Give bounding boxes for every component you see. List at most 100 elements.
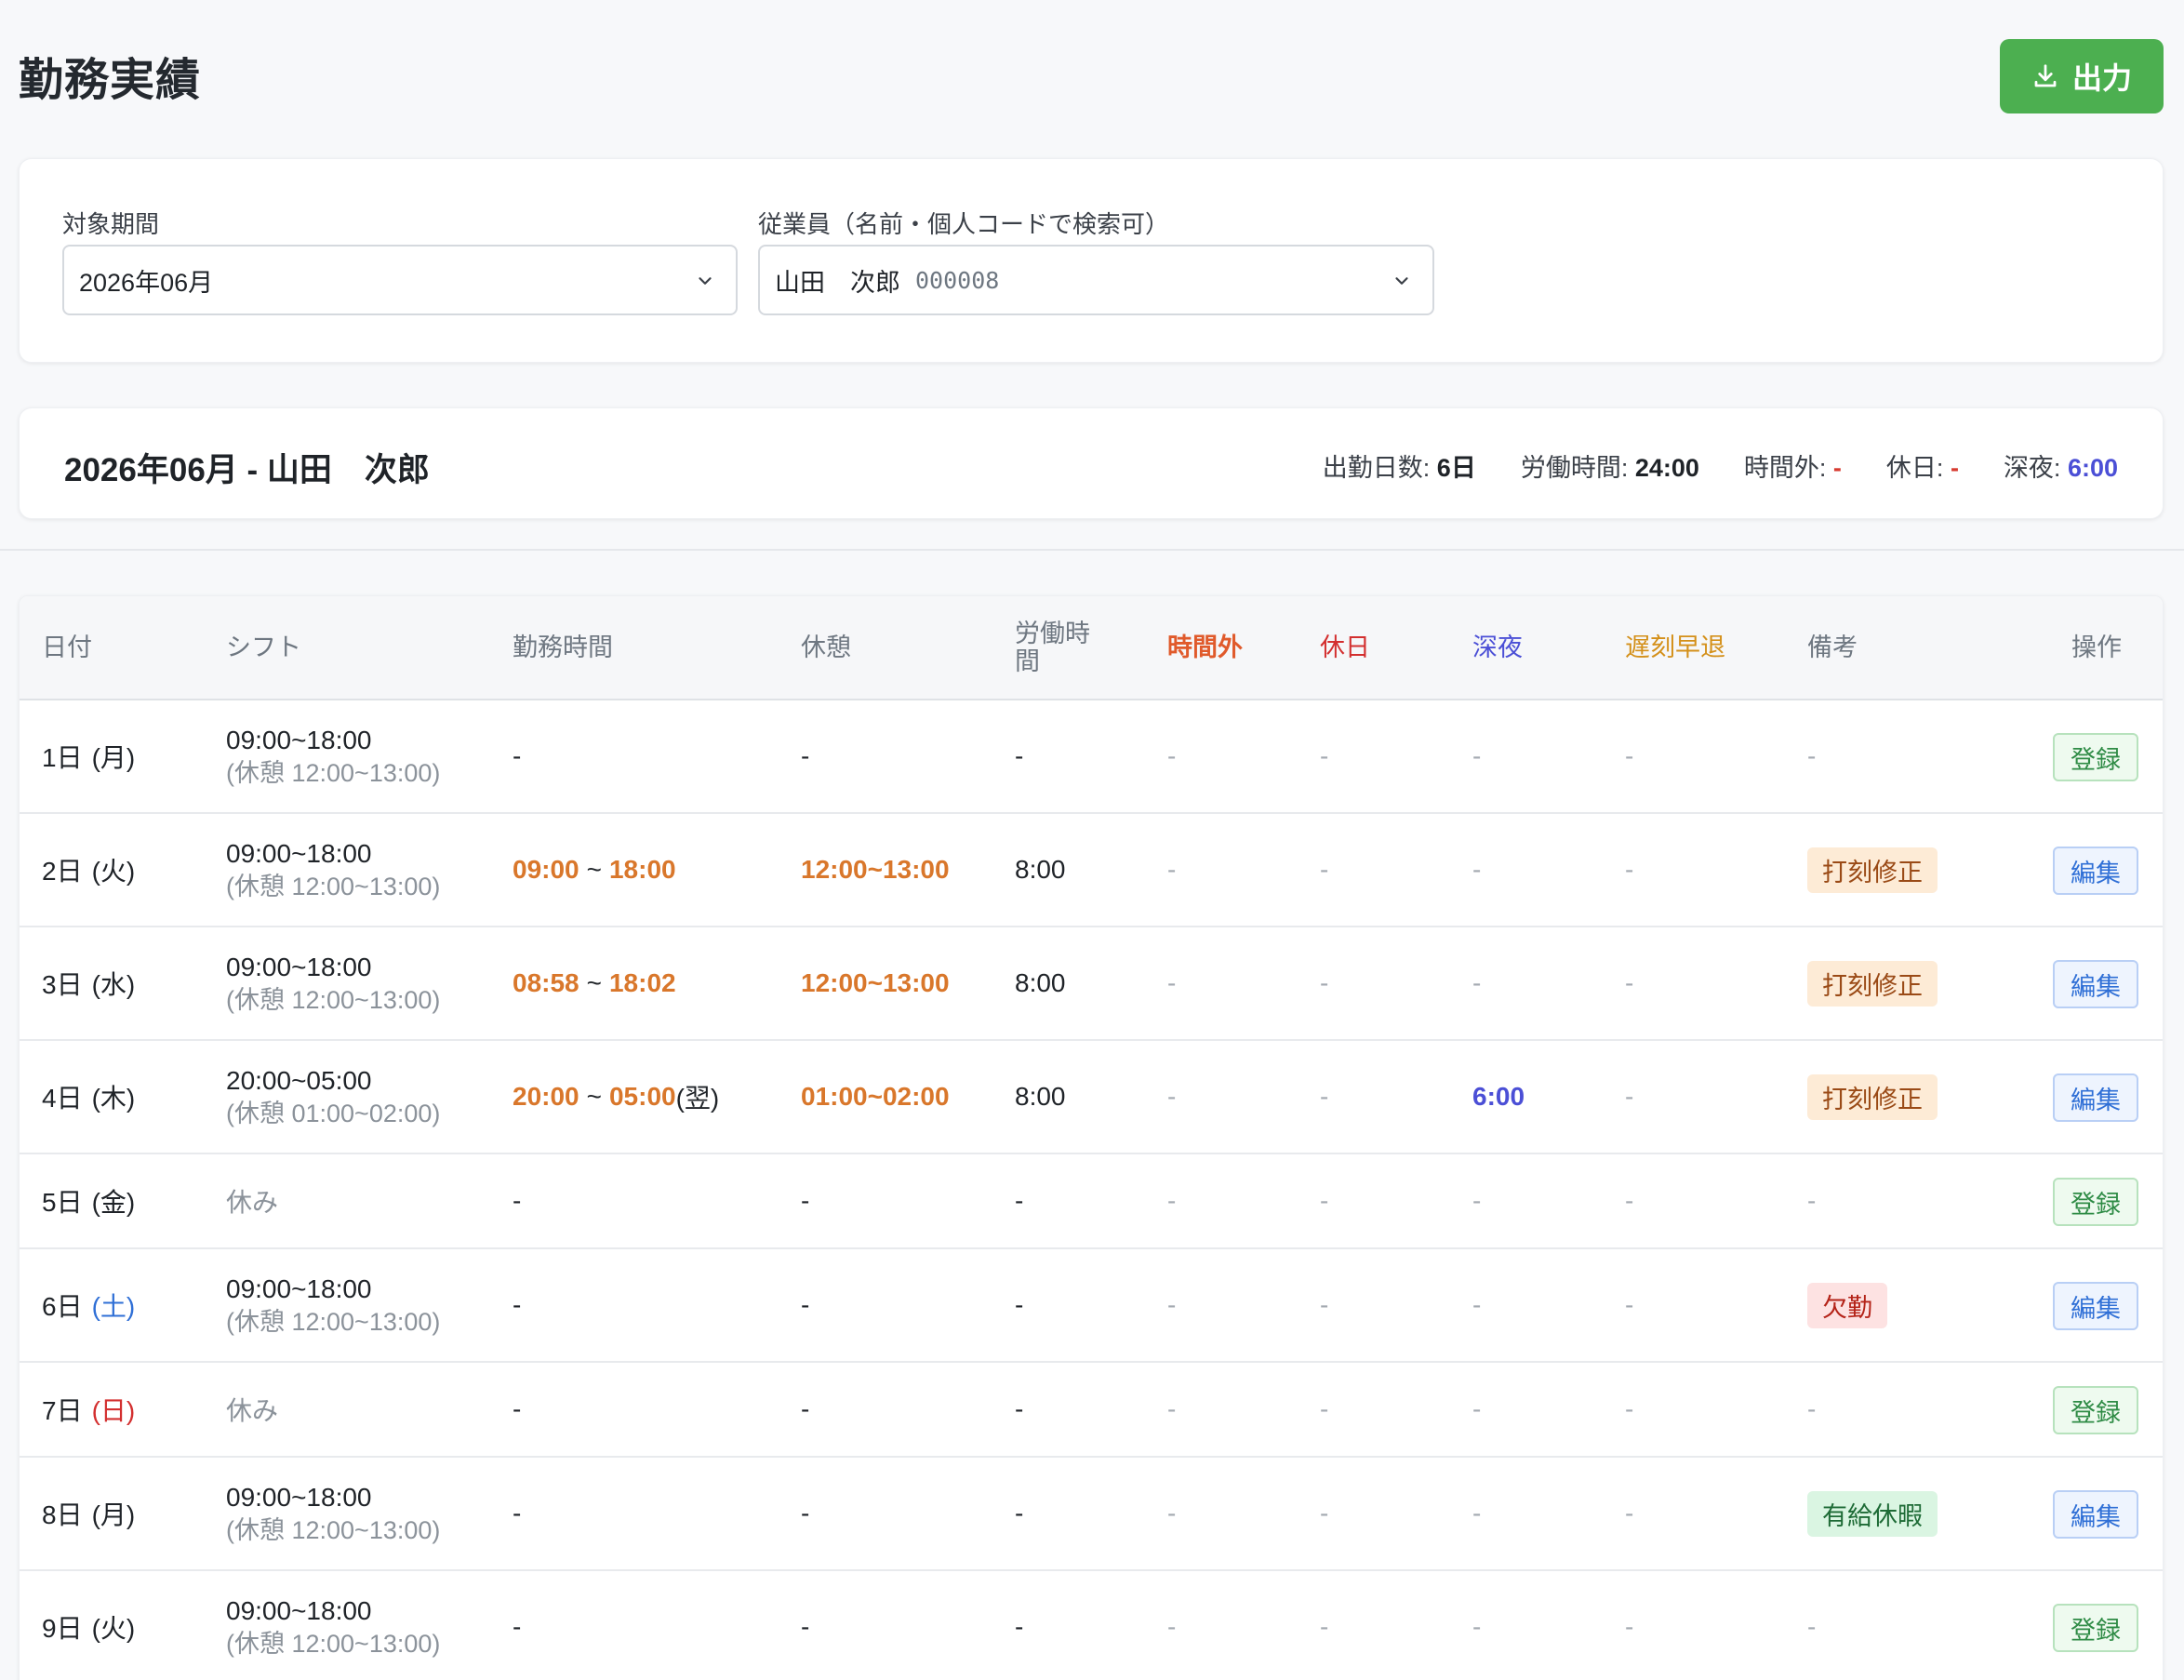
late-value: - (1625, 1186, 1634, 1215)
shift-cell: 09:00~18:00 (休憩 12:00~13:00) (226, 1249, 440, 1361)
notes-badge: 有給休暇 (1807, 1490, 1938, 1537)
period-select[interactable]: 2026年06月 (62, 245, 738, 315)
notes-cell: 打刻修正 (1807, 814, 1938, 926)
date-day: 1日 (42, 743, 83, 772)
night-value: - (1472, 855, 1482, 884)
register-button[interactable]: 登録 (2053, 733, 2138, 781)
date-cell: 2日 (火) (42, 814, 135, 926)
date-day: 7日 (42, 1396, 83, 1425)
overtime-cell: - (1167, 1041, 1176, 1153)
overtime-cell: - (1167, 1154, 1176, 1247)
work-time-cell: - (513, 1249, 521, 1361)
labor-cell: - (1015, 1249, 1023, 1361)
shift-time: 09:00~18:00 (226, 725, 372, 754)
notes-value: - (1807, 1186, 1817, 1215)
work-time-cell: - (513, 1571, 521, 1680)
summary-stats: 出勤日数: 6日 労働時間: 24:00 時間外: - 休日: - 深夜: 6:… (1323, 447, 2118, 484)
labor-value: - (1015, 1499, 1024, 1527)
overtime-cell: - (1167, 1249, 1176, 1361)
work-time-empty: - (513, 1290, 522, 1319)
labor-value: 8:00 (1015, 1082, 1066, 1111)
summary-panel: 2026年06月 - 山田 次郎 出勤日数: 6日 労働時間: 24:00 時間… (19, 407, 2164, 519)
work-time-cell: 09:00 ~18:00 (513, 814, 676, 926)
range-separator: ~ (586, 1082, 602, 1111)
late-value: - (1625, 968, 1634, 997)
holiday-cell: - (1320, 1041, 1328, 1153)
break-cell: 12:00~13:00 (801, 927, 950, 1039)
table-row: 7日 (日) 休み - - - - - - - - 登録 (20, 1363, 2163, 1458)
date-cell: 3日 (水) (42, 927, 135, 1039)
date-day: 4日 (42, 1084, 83, 1113)
holiday-cell: - (1320, 814, 1328, 926)
edit-button[interactable]: 編集 (2053, 1073, 2138, 1122)
shift-break: (休憩 12:00~13:00) (226, 1629, 441, 1658)
shift-break: (休憩 12:00~13:00) (226, 1515, 441, 1544)
date-weekday: (土) (91, 1292, 136, 1321)
date-cell: 4日 (木) (42, 1041, 135, 1153)
header-work-time: 勤務時間 (513, 633, 613, 662)
shift-time: 09:00~18:00 (226, 838, 372, 868)
clock-out: 05:00 (608, 1082, 676, 1111)
late-value: - (1625, 1290, 1634, 1319)
holiday-value: - (1320, 1082, 1329, 1111)
labor-cell: 8:00 (1015, 927, 1066, 1039)
night-cell: - (1472, 1249, 1481, 1361)
stat-holiday: 休日: - (1885, 454, 1959, 482)
night-value: - (1472, 968, 1482, 997)
late-value: - (1625, 1499, 1634, 1527)
overtime-cell: - (1167, 1363, 1176, 1456)
next-day-mark: (翌) (675, 1084, 720, 1113)
break-cell: - (801, 1154, 809, 1247)
labor-cell: - (1015, 700, 1023, 812)
break-value: - (801, 1290, 810, 1319)
shift-cell: 休み (226, 1363, 278, 1456)
notes-cell: - (1807, 700, 1816, 812)
overtime-value: - (1167, 1186, 1177, 1215)
notes-cell: - (1807, 1571, 1816, 1680)
edit-button[interactable]: 編集 (2053, 847, 2138, 895)
late-cell: - (1625, 927, 1633, 1039)
header-overtime: 時間外 (1167, 633, 1243, 662)
holiday-value: - (1320, 741, 1329, 770)
overtime-cell: - (1167, 700, 1176, 812)
late-cell: - (1625, 814, 1633, 926)
edit-button[interactable]: 編集 (2053, 1282, 2138, 1330)
shift-time: 09:00~18:00 (226, 952, 372, 981)
export-label: 出力 (2071, 61, 2132, 95)
late-value: - (1625, 1082, 1634, 1111)
period-value: 2026年06月 (79, 268, 214, 297)
shift-break: (休憩 12:00~13:00) (226, 985, 441, 1014)
late-value: - (1625, 741, 1634, 770)
edit-button[interactable]: 編集 (2053, 960, 2138, 1008)
register-button[interactable]: 登録 (2053, 1386, 2138, 1434)
late-cell: - (1625, 1458, 1633, 1569)
night-cell: 6:00 (1472, 1041, 1525, 1153)
break-cell: - (801, 1363, 809, 1456)
work-time-cell: 08:58 ~18:02 (513, 927, 676, 1039)
notes-cell: 打刻修正 (1807, 1041, 1938, 1153)
register-button[interactable]: 登録 (2053, 1604, 2138, 1652)
notes-value: - (1807, 741, 1817, 770)
night-cell: - (1472, 1154, 1481, 1247)
break-value: 01:00~02:00 (801, 1082, 950, 1111)
employee-select[interactable]: 山田 次郎 000008 (758, 245, 1434, 315)
attendance-table: 日付 シフト 勤務時間 休憩 労働時 間 時間外 休日 深夜 遅刻早退 備考 操… (19, 595, 2164, 1680)
register-button[interactable]: 登録 (2053, 1178, 2138, 1226)
shift-time: 09:00~18:00 (226, 1482, 372, 1512)
stat-attendance-days: 出勤日数: 6日 (1322, 454, 1476, 482)
break-cell: - (801, 1571, 809, 1680)
overtime-value: - (1167, 1612, 1177, 1641)
export-button[interactable]: 出力 (2000, 39, 2164, 113)
table-row: 1日 (月) 09:00~18:00 (休憩 12:00~13:00) - - - - - - - -… (20, 700, 2163, 814)
date-weekday: (木) (91, 1084, 136, 1113)
table-row: 8日 (月) 09:00~18:00 (休憩 12:00~13:00) - - - - - - - 有… (20, 1458, 2163, 1571)
holiday-cell: - (1320, 927, 1328, 1039)
header-date: 日付 (42, 633, 92, 662)
chevron-down-icon (1395, 277, 1408, 285)
late-value: - (1625, 1394, 1634, 1423)
edit-button[interactable]: 編集 (2053, 1490, 2138, 1539)
labor-cell: - (1015, 1154, 1023, 1247)
overtime-cell: - (1167, 927, 1176, 1039)
clock-in: 09:00 (513, 855, 579, 884)
date-cell: 6日 (土) (42, 1249, 135, 1361)
